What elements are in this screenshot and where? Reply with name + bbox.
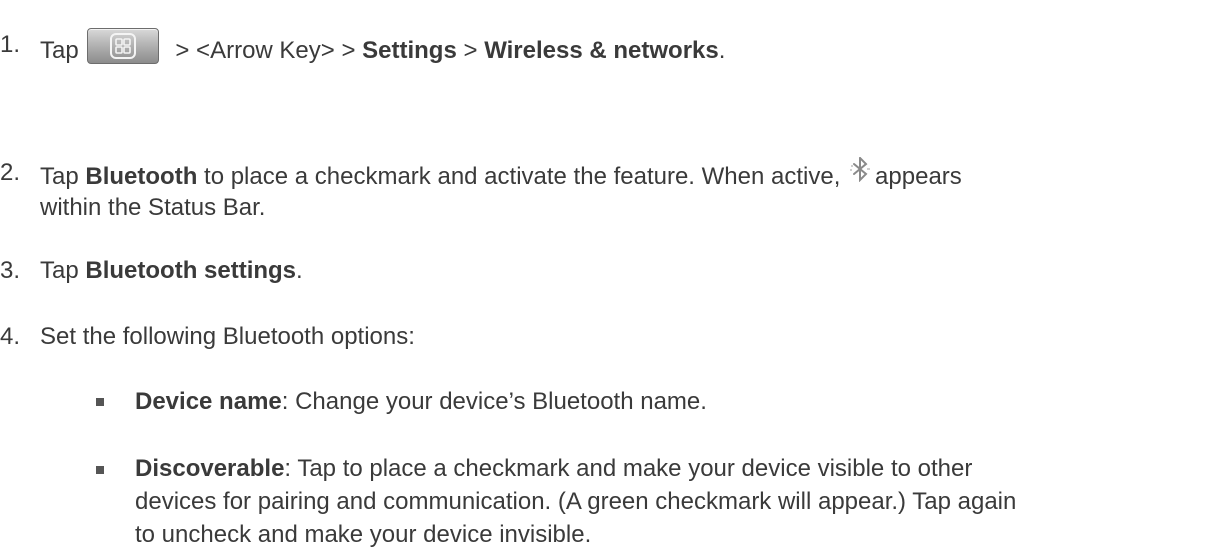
option-discoverable-line3: to uncheck and make your device invisibl… xyxy=(135,521,592,548)
bluetooth-icon xyxy=(850,157,871,182)
step-text: Tap Bluetooth to place a checkmark and a… xyxy=(40,156,962,194)
step-text: within the Status Bar. xyxy=(40,194,266,221)
option-discoverable-line2: devices for pairing and communication. (… xyxy=(135,488,1017,515)
step-text: Tap > <Arrow Key> > Settings > Wireless … xyxy=(40,28,725,68)
bullet-icon xyxy=(96,398,104,406)
step-number: 1. xyxy=(0,31,21,58)
option-device-name: Device name: Change your device’s Blueto… xyxy=(135,388,707,415)
option-discoverable: Discoverable: Tap to place a checkmark a… xyxy=(135,455,973,482)
home-key-icon xyxy=(86,28,159,64)
step-number: 3. xyxy=(0,257,21,284)
bullet-icon xyxy=(96,466,104,474)
step-text: Set the following Bluetooth options: xyxy=(40,323,415,350)
step-number: 2. xyxy=(0,159,21,186)
step-text: Tap Bluetooth settings. xyxy=(40,257,303,284)
step-number: 4. xyxy=(0,323,21,350)
